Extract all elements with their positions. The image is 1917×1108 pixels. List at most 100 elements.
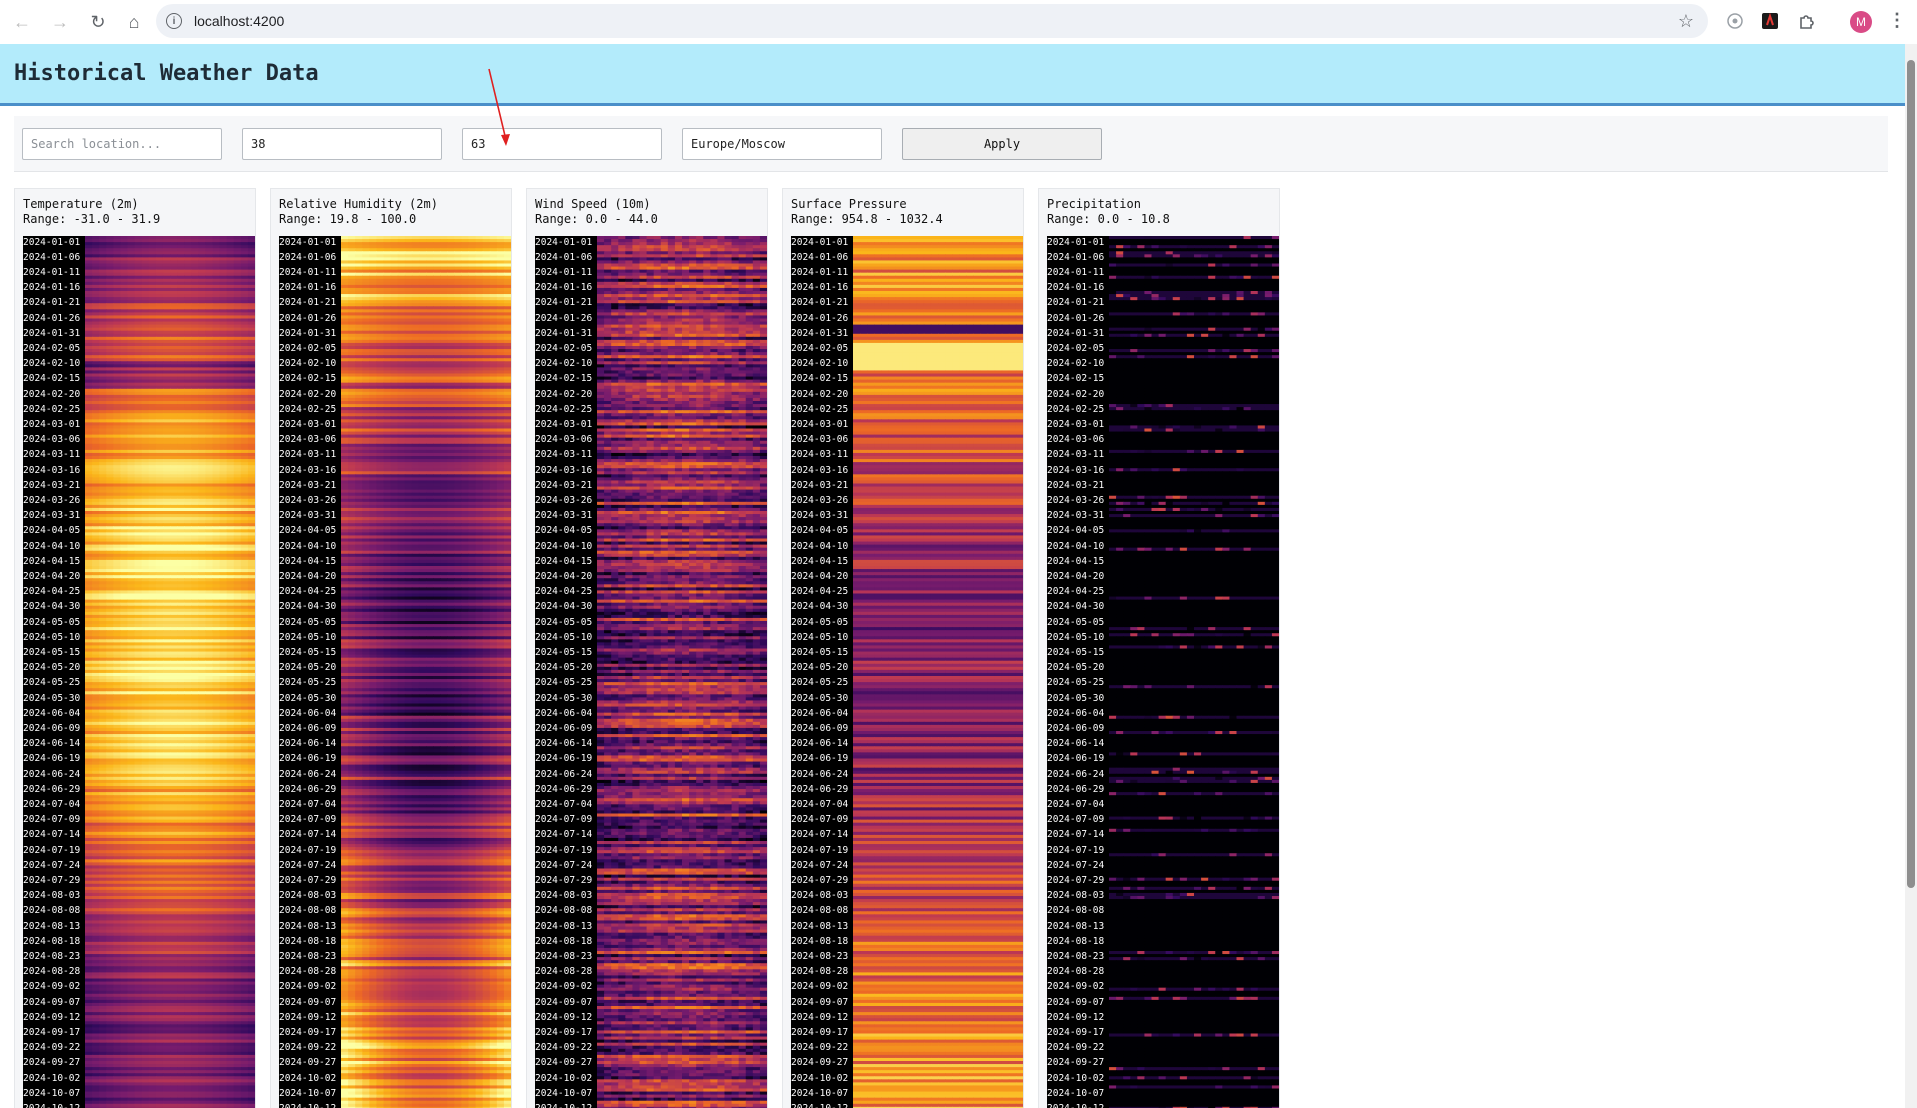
date-label: 2024-07-04 bbox=[791, 799, 853, 810]
date-label: 2024-05-15 bbox=[279, 647, 341, 658]
date-label: 2024-01-11 bbox=[791, 267, 853, 278]
menu-icon[interactable]: ⋮ bbox=[1888, 10, 1906, 31]
heatmap: 2024-01-01 2024-01-06 2024-01-11 2024-01-16… bbox=[279, 236, 511, 1108]
date-label: 2024-02-20 bbox=[279, 389, 341, 400]
date-label: 2024-07-29 bbox=[791, 875, 853, 886]
date-label: 2024-01-16 bbox=[279, 282, 341, 293]
date-label: 2024-03-21 bbox=[279, 480, 341, 491]
date-label: 2024-01-01 bbox=[279, 237, 341, 248]
longitude-input[interactable] bbox=[462, 128, 662, 160]
date-label: 2024-10-02 bbox=[279, 1073, 341, 1084]
date-label: 2024-06-19 bbox=[23, 753, 85, 764]
date-label: 2024-08-28 bbox=[1047, 966, 1109, 977]
date-label: 2024-01-06 bbox=[279, 252, 341, 263]
site-info-icon[interactable]: i bbox=[166, 13, 182, 29]
date-label: 2024-07-04 bbox=[1047, 799, 1109, 810]
timezone-input[interactable] bbox=[682, 128, 882, 160]
date-axis: 2024-01-01 2024-01-06 2024-01-11 2024-01-16… bbox=[1047, 236, 1109, 1108]
date-label: 2024-01-11 bbox=[535, 267, 597, 278]
date-label: 2024-03-26 bbox=[279, 495, 341, 506]
date-label: 2024-02-20 bbox=[1047, 389, 1109, 400]
date-label: 2024-08-28 bbox=[791, 966, 853, 977]
date-label: 2024-03-01 bbox=[279, 419, 341, 430]
back-icon[interactable]: ← bbox=[10, 10, 34, 34]
date-label: 2024-03-06 bbox=[535, 434, 597, 445]
date-label: 2024-08-23 bbox=[23, 951, 85, 962]
reload-icon[interactable]: ↻ bbox=[86, 10, 110, 34]
date-label: 2024-05-20 bbox=[23, 662, 85, 673]
date-label: 2024-03-11 bbox=[791, 449, 853, 460]
date-label: 2024-08-08 bbox=[791, 905, 853, 916]
date-label: 2024-04-25 bbox=[279, 586, 341, 597]
date-axis: 2024-01-01 2024-01-06 2024-01-11 2024-01-16… bbox=[791, 236, 853, 1108]
date-label: 2024-04-15 bbox=[279, 556, 341, 567]
date-label: 2024-06-19 bbox=[279, 753, 341, 764]
date-label: 2024-10-07 bbox=[791, 1088, 853, 1099]
date-label: 2024-04-10 bbox=[279, 541, 341, 552]
date-label: 2024-01-21 bbox=[791, 297, 853, 308]
heatmap: 2024-01-01 2024-01-06 2024-01-11 2024-01-16… bbox=[23, 236, 255, 1108]
date-label: 2024-05-25 bbox=[23, 677, 85, 688]
date-label: 2024-09-02 bbox=[791, 981, 853, 992]
date-label: 2024-09-22 bbox=[23, 1042, 85, 1053]
date-label: 2024-08-13 bbox=[791, 921, 853, 932]
date-label: 2024-09-17 bbox=[279, 1027, 341, 1038]
date-label: 2024-09-07 bbox=[1047, 997, 1109, 1008]
extension-icon[interactable] bbox=[1760, 11, 1780, 31]
search-input[interactable] bbox=[22, 128, 222, 160]
date-label: 2024-07-14 bbox=[1047, 829, 1109, 840]
latitude-input[interactable] bbox=[242, 128, 442, 160]
date-axis: 2024-01-01 2024-01-06 2024-01-11 2024-01-16… bbox=[279, 236, 341, 1108]
date-label: 2024-09-22 bbox=[535, 1042, 597, 1053]
home-icon[interactable]: ⌂ bbox=[122, 10, 146, 34]
date-label: 2024-01-06 bbox=[535, 252, 597, 263]
date-label: 2024-06-24 bbox=[279, 769, 341, 780]
puzzle-icon[interactable] bbox=[1797, 11, 1817, 31]
date-label: 2024-01-01 bbox=[791, 237, 853, 248]
date-label: 2024-03-01 bbox=[791, 419, 853, 430]
apply-button[interactable]: Apply bbox=[902, 128, 1102, 160]
date-label: 2024-02-20 bbox=[535, 389, 597, 400]
date-label: 2024-07-24 bbox=[1047, 860, 1109, 871]
date-label: 2024-08-13 bbox=[23, 921, 85, 932]
date-label: 2024-09-27 bbox=[535, 1057, 597, 1068]
scrollbar-thumb[interactable] bbox=[1907, 60, 1915, 888]
date-label: 2024-01-16 bbox=[1047, 282, 1109, 293]
date-label: 2024-07-19 bbox=[279, 845, 341, 856]
date-label: 2024-09-07 bbox=[535, 997, 597, 1008]
date-label: 2024-04-20 bbox=[1047, 571, 1109, 582]
controls-bar: Apply bbox=[14, 116, 1888, 172]
date-label: 2024-07-09 bbox=[535, 814, 597, 825]
page-title: Historical Weather Data bbox=[14, 61, 319, 86]
date-label: 2024-06-29 bbox=[23, 784, 85, 795]
date-label: 2024-05-15 bbox=[1047, 647, 1109, 658]
date-label: 2024-06-19 bbox=[791, 753, 853, 764]
bookmark-star-icon[interactable]: ☆ bbox=[1678, 11, 1694, 32]
date-label: 2024-04-10 bbox=[791, 541, 853, 552]
date-label: 2024-03-31 bbox=[279, 510, 341, 521]
date-label: 2024-01-11 bbox=[279, 267, 341, 278]
date-label: 2024-10-02 bbox=[1047, 1073, 1109, 1084]
heatmap-panel: Surface Pressure Range: 954.8 - 1032.4 202… bbox=[782, 188, 1024, 1108]
profile-avatar[interactable]: M bbox=[1850, 11, 1872, 33]
date-label: 2024-07-24 bbox=[23, 860, 85, 871]
date-label: 2024-10-07 bbox=[23, 1088, 85, 1099]
date-label: 2024-10-02 bbox=[23, 1073, 85, 1084]
extension-icon[interactable] bbox=[1725, 11, 1745, 31]
url-text: localhost:4200 bbox=[194, 13, 284, 29]
forward-icon[interactable]: → bbox=[48, 10, 72, 34]
date-label: 2024-06-14 bbox=[279, 738, 341, 749]
date-label: 2024-08-13 bbox=[279, 921, 341, 932]
date-label: 2024-07-29 bbox=[1047, 875, 1109, 886]
date-label: 2024-02-05 bbox=[791, 343, 853, 354]
date-label: 2024-02-10 bbox=[535, 358, 597, 369]
address-bar[interactable]: i localhost:4200 ☆ bbox=[156, 4, 1708, 38]
heatmap: 2024-01-01 2024-01-06 2024-01-11 2024-01-16… bbox=[1047, 236, 1279, 1108]
date-label: 2024-03-11 bbox=[1047, 449, 1109, 460]
date-label: 2024-04-20 bbox=[535, 571, 597, 582]
date-label: 2024-07-09 bbox=[1047, 814, 1109, 825]
date-label: 2024-02-15 bbox=[23, 373, 85, 384]
date-label: 2024-02-25 bbox=[1047, 404, 1109, 415]
date-label: 2024-08-08 bbox=[23, 905, 85, 916]
date-label: 2024-01-16 bbox=[535, 282, 597, 293]
